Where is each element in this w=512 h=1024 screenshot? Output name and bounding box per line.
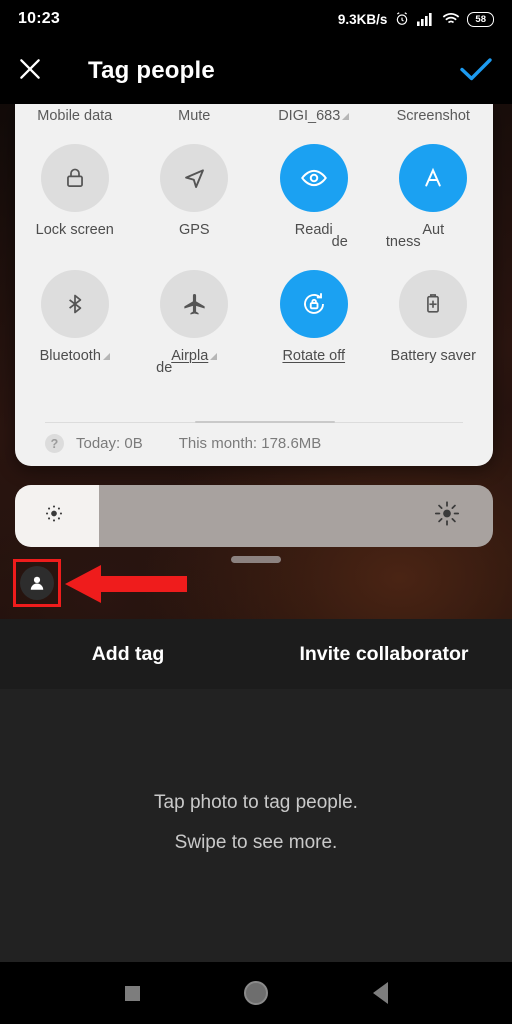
app-bar: Tag people [0,38,512,104]
profile-avatar-button[interactable] [13,559,61,607]
eye-icon [279,144,348,212]
qs-label-airplane-text: Airpla [171,348,209,364]
data-usage-month: This month: 178.6MB [178,435,322,452]
qs-top-label-wifi: DIGI_683 [254,108,374,124]
recents-square-icon [124,985,140,1001]
recents-button[interactable] [110,971,154,1015]
qs-top-label-wifi-text: DIGI_683 [278,108,341,124]
qs-top-label-screenshot: Screenshot [396,108,470,124]
lock-icon [40,144,109,212]
left-arrow-annotation [65,564,187,604]
help-question-icon[interactable]: ? [45,434,64,453]
brightness-slider[interactable] [15,485,493,547]
qs-tile-rotate-off[interactable]: Rotate off [254,270,374,364]
status-bar-right-cluster: 9.3KB/s 58 [338,11,494,27]
signal-triangle-icon [342,113,350,120]
qs-tile-bluetooth[interactable]: Bluetooth [15,270,135,364]
qs-tile-airplane-mode[interactable]: Airpla [135,270,255,364]
brightness-low-icon [43,503,65,530]
qs-label-bluetooth-text: Bluetooth [39,348,101,364]
qs-label-battery-saver: Battery saver [390,348,476,364]
annotation-highlight-box [13,559,61,607]
cellular-signal-icon [417,12,435,26]
quick-settings-row-2: Bluetooth Airpla Rotate off Battery save… [15,270,493,364]
checkmark-icon [459,55,493,88]
close-icon [17,56,43,87]
bluetooth-icon [40,270,109,338]
status-bar: 10:23 9.3KB/s 58 [0,0,512,38]
done-button[interactable] [440,55,512,88]
back-button[interactable] [358,971,402,1015]
home-button[interactable] [234,971,278,1015]
qs-label-rotate-off: Rotate off [282,348,346,364]
rotation-lock-icon [279,270,348,338]
qs-label-bluetooth: Bluetooth [40,348,110,364]
qs-tile-gps[interactable]: GPS [135,144,255,238]
tab-add-tag[interactable]: Add tag [0,643,256,666]
close-button[interactable] [0,56,60,87]
quick-settings-top-labels: Mobile data Mute DIGI_683 Screenshot [15,108,493,124]
qs-label-reading-mode: Readi [294,222,333,238]
tag-tabs: Add tag Invite collaborator [0,619,512,689]
back-triangle-icon [372,982,388,1004]
system-navigation-bar [0,962,512,1024]
hint-line-2: Swipe to see more. [174,832,338,853]
auto-brightness-a-icon [399,144,468,212]
photo-preview-area[interactable]: Mobile data Mute DIGI_683 Screenshot Loc… [0,104,512,619]
alarm-clock-icon [394,11,410,27]
tag-body-area[interactable]: Tap photo to tag people. Swipe to see mo… [0,689,512,962]
home-circle-icon [244,981,268,1005]
navigation-arrow-icon [160,144,229,212]
qs-label-auto-brightness: Aut [422,222,445,238]
qs-tile-battery-saver[interactable]: Battery saver [374,270,494,364]
phone-screen: 10:23 9.3KB/s 58 Tag people Mobile data … [0,0,512,1024]
qs-label-lock-screen: Lock screen [35,222,114,238]
battery-indicator: 58 [467,11,494,27]
panel-drag-handle[interactable] [231,556,281,563]
status-bar-clock: 10:23 [18,10,60,27]
qs-top-label-mute: Mute [178,108,211,124]
qs-tile-auto-brightness[interactable]: Aut [374,144,494,238]
qs-label-airplane-mode: Airpla [171,348,218,364]
quick-settings-row-1: Lock screen GPS Readi Aut [15,144,493,238]
quick-settings-panel[interactable]: Mobile data Mute DIGI_683 Screenshot Loc… [15,104,493,466]
network-speed-text: 9.3KB/s [337,11,388,27]
qs-label-reading-mode-left: GPS [178,222,210,238]
airplane-icon [160,270,229,338]
brightness-high-icon [433,500,461,533]
battery-plus-icon [399,270,468,338]
quick-settings-divider-accent [195,421,335,423]
page-title: Tag people [88,57,215,84]
signal-triangle-icon [102,353,110,360]
signal-triangle-icon [210,353,218,360]
qs-tile-lock-screen[interactable]: Lock screen [15,144,135,238]
qs-top-label-mobile-data: Mobile data [37,108,113,124]
qs-tile-reading-mode[interactable]: Readi [254,144,374,238]
tab-invite-collaborator[interactable]: Invite collaborator [256,643,512,666]
hint-line-1: Tap photo to tag people. [154,792,358,813]
data-usage-today: Today: 0B [76,435,143,452]
data-usage-row[interactable]: ? Today: 0B This month: 178.6MB [45,434,321,453]
wifi-icon [442,12,460,26]
